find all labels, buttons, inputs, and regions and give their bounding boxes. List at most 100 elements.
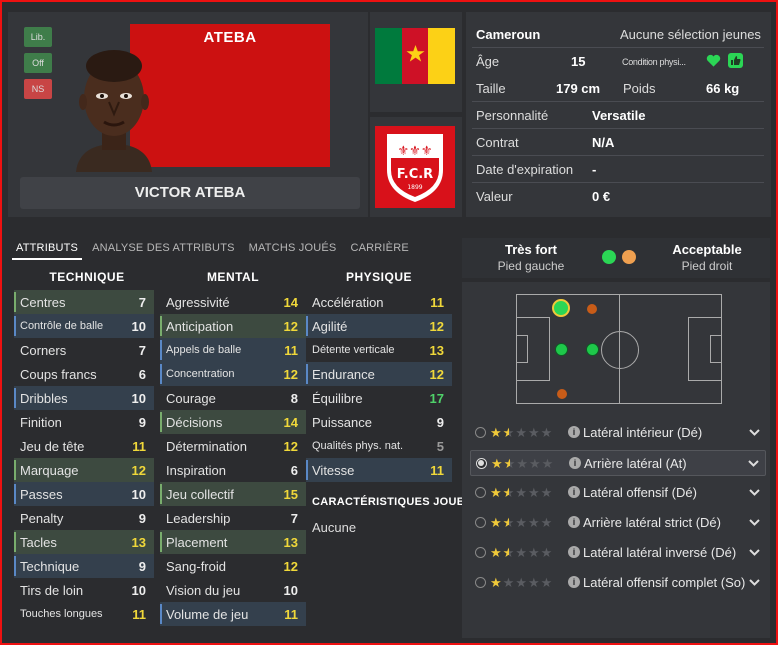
chevron-down-icon[interactable] xyxy=(749,512,760,535)
attribute-row[interactable]: Dribbles 10 xyxy=(14,386,154,410)
attribute-row[interactable]: Finition 9 xyxy=(14,410,154,434)
attribute-row[interactable]: Vision du jeu 10 xyxy=(160,578,306,602)
role-row[interactable]: ★★★★★ i Arrière latéral (At) xyxy=(470,450,766,476)
tag-ns[interactable]: NS xyxy=(24,79,52,99)
height-row: Taille 179 cm Poids 66 kg xyxy=(472,76,764,101)
tab-attributes[interactable]: ATTRIBUTS xyxy=(12,238,83,260)
club-panel[interactable]: ⚜⚜⚜ F.C.R 1899 xyxy=(370,117,462,217)
nation-panel[interactable] xyxy=(370,12,462,112)
attribute-row[interactable]: Décisions 14 xyxy=(160,410,306,434)
attribute-row[interactable]: Contrôle de balle 10 xyxy=(14,314,154,338)
attribute-value: 14 xyxy=(283,295,298,310)
attribute-row[interactable]: Endurance 12 xyxy=(306,362,452,386)
tag-lib[interactable]: Lib. xyxy=(24,27,52,47)
position-accomplished-dot[interactable] xyxy=(555,343,568,356)
role-name: Latéral latéral inversé (Dé) xyxy=(583,545,737,560)
role-row[interactable]: ★★★★★ i Latéral offensif complet (So) xyxy=(470,570,766,596)
preferred-foot-panel: Très fort Pied gauche Acceptable Pied dr… xyxy=(462,238,770,278)
attribute-row[interactable]: Passes 10 xyxy=(14,482,154,506)
attribute-name: Agilité xyxy=(312,319,348,334)
weight-label: Poids xyxy=(623,81,656,96)
position-natural-dot[interactable] xyxy=(552,299,570,317)
attribute-row[interactable]: Agilité 12 xyxy=(306,314,452,338)
chevron-down-icon[interactable] xyxy=(748,453,759,476)
attribute-row[interactable]: Appels de balle 11 xyxy=(160,338,306,362)
position-accomplished-dot[interactable] xyxy=(586,343,599,356)
position-unconvincing-dot[interactable] xyxy=(587,304,597,314)
attribute-row[interactable]: Tirs de loin 10 xyxy=(14,578,154,602)
attribute-value: 17 xyxy=(429,391,444,406)
star-icon: ★ xyxy=(527,515,541,530)
attribute-row[interactable]: Marquage 12 xyxy=(14,458,154,482)
attribute-row[interactable]: Jeu collectif 15 xyxy=(160,482,306,506)
info-icon[interactable]: i xyxy=(568,576,580,588)
tab-career[interactable]: CARRIÈRE xyxy=(346,238,412,260)
attribute-row[interactable]: Courage 8 xyxy=(160,386,306,410)
role-star-rating: ★★★★★ xyxy=(491,456,554,472)
star-icon: ★ xyxy=(527,575,541,590)
attribute-row[interactable]: Penalty 9 xyxy=(14,506,154,530)
role-radio[interactable] xyxy=(476,458,487,469)
role-radio[interactable] xyxy=(475,577,486,588)
info-icon[interactable]: i xyxy=(568,426,580,438)
attribute-row[interactable]: Jeu de tête 11 xyxy=(14,434,154,458)
tag-off[interactable]: Off xyxy=(24,53,52,73)
attribute-row[interactable]: Accélération 11 xyxy=(306,290,452,314)
role-row[interactable]: ★★★★★ i Latéral offensif (Dé) xyxy=(470,480,766,506)
attribute-value: 10 xyxy=(131,319,146,334)
chevron-down-icon[interactable] xyxy=(749,542,760,565)
attribute-value: 9 xyxy=(138,559,146,574)
role-radio[interactable] xyxy=(475,427,486,438)
star-icon: ★ xyxy=(515,545,528,560)
attribute-row[interactable]: Inspiration 6 xyxy=(160,458,306,482)
attribute-row[interactable]: Technique 9 xyxy=(14,554,154,578)
attribute-row[interactable]: Coups francs 6 xyxy=(14,362,154,386)
attribute-row[interactable]: Concentration 12 xyxy=(160,362,306,386)
attribute-row[interactable]: Agressivité 14 xyxy=(160,290,306,314)
chevron-down-icon[interactable] xyxy=(749,572,760,595)
role-radio[interactable] xyxy=(475,517,486,528)
attribute-row[interactable]: Détermination 12 xyxy=(160,434,306,458)
attribute-name: Placement xyxy=(166,535,228,550)
role-row[interactable]: ★★★★★ i Arrière latéral strict (Dé) xyxy=(470,510,766,536)
tab-attribute-analysis[interactable]: ANALYSE DES ATTRIBUTS xyxy=(88,238,239,260)
attribute-row[interactable]: Puissance 9 xyxy=(306,410,452,434)
chevron-down-icon[interactable] xyxy=(749,422,760,445)
tab-matches-played[interactable]: MATCHS JOUÉS xyxy=(245,238,341,260)
info-icon[interactable]: i xyxy=(569,457,581,469)
attribute-value: 9 xyxy=(436,415,444,430)
attribute-row[interactable]: Sang-froid 12 xyxy=(160,554,306,578)
role-row[interactable]: ★★★★★ i Latéral intérieur (Dé) xyxy=(470,420,766,446)
star-icon: ★ xyxy=(527,425,541,440)
attribute-row[interactable]: Vitesse 11 xyxy=(306,458,452,482)
nation-name[interactable]: Cameroun xyxy=(476,27,540,42)
attribute-name: Technique xyxy=(20,559,80,574)
attribute-row[interactable]: Placement 13 xyxy=(160,530,306,554)
attribute-row[interactable]: Qualités phys. nat. 5 xyxy=(306,434,452,458)
star-icon: ★ xyxy=(490,545,503,560)
attribute-row[interactable]: Leadership 7 xyxy=(160,506,306,530)
star-icon: ★ xyxy=(516,456,529,471)
attribute-row[interactable]: Équilibre 17 xyxy=(306,386,452,410)
attribute-row[interactable]: Tacles 13 xyxy=(14,530,154,554)
attribute-row[interactable]: Anticipation 12 xyxy=(160,314,306,338)
attribute-row[interactable]: Centres 7 xyxy=(14,290,154,314)
attribute-row[interactable]: Volume de jeu 11 xyxy=(160,602,306,626)
mental-attributes: Agressivité 14 Anticipation 12 Appels de bal… xyxy=(160,290,306,626)
attribute-row[interactable]: Corners 7 xyxy=(14,338,154,362)
role-row[interactable]: ★★★★★ i Latéral latéral inversé (Dé) xyxy=(470,540,766,566)
attribute-row[interactable]: Touches longues 11 xyxy=(14,602,154,626)
role-star-rating: ★★★★★ xyxy=(490,425,553,441)
star-icon: ★ xyxy=(527,545,541,560)
position-unconvincing-dot[interactable] xyxy=(557,389,567,399)
chevron-down-icon[interactable] xyxy=(749,482,760,505)
info-icon[interactable]: i xyxy=(568,546,580,558)
role-radio[interactable] xyxy=(475,487,486,498)
role-radio[interactable] xyxy=(475,547,486,558)
attribute-name: Appels de balle xyxy=(166,344,242,356)
role-star-rating: ★★★★★ xyxy=(490,485,553,501)
info-icon[interactable]: i xyxy=(568,516,580,528)
info-icon[interactable]: i xyxy=(568,486,580,498)
attribute-row[interactable]: Détente verticale 13 xyxy=(306,338,452,362)
attribute-value: 13 xyxy=(429,343,444,358)
